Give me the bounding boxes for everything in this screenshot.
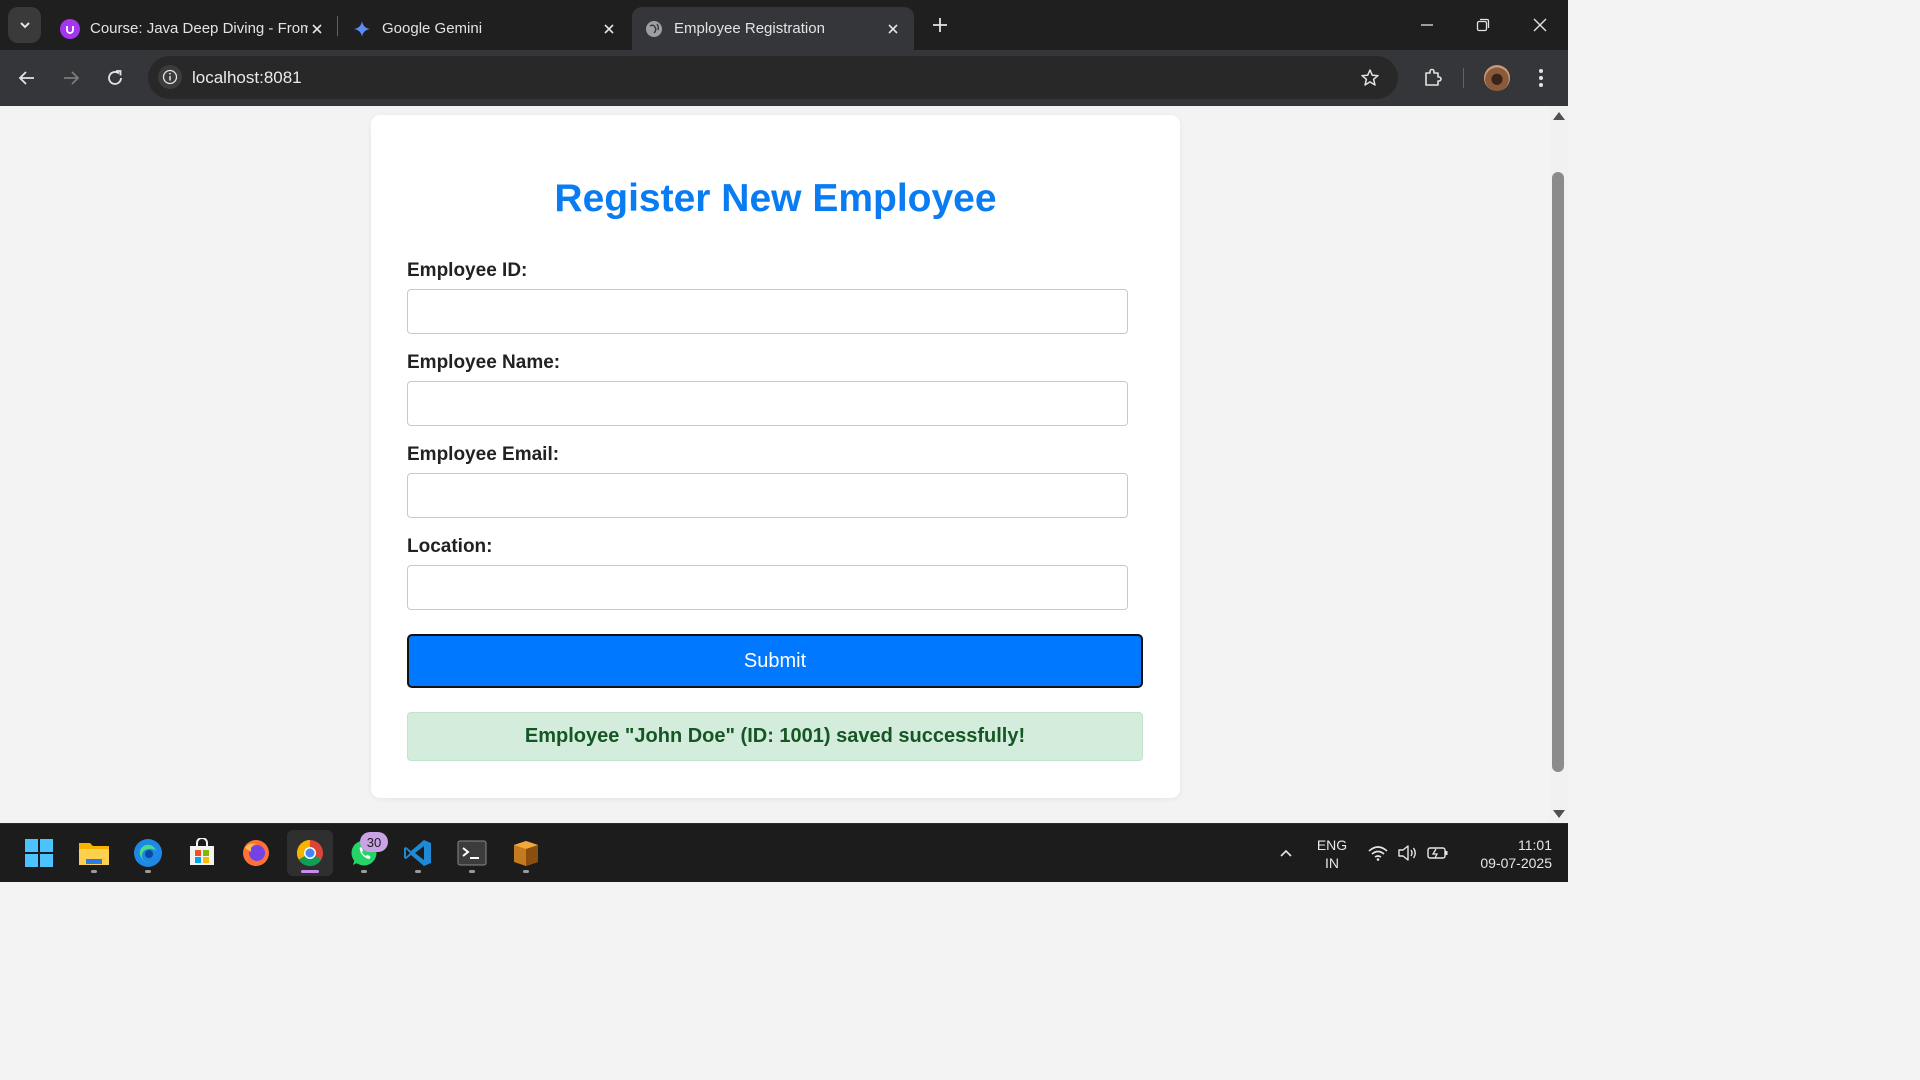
tab-title: Google Gemini <box>382 20 483 37</box>
forward-button[interactable] <box>56 63 86 93</box>
tab-google-gemini[interactable]: Google Gemini <box>340 7 630 50</box>
more-menu-icon[interactable] <box>1527 64 1555 92</box>
employee-name-input[interactable] <box>407 381 1128 426</box>
scrollbar-thumb[interactable] <box>1552 172 1564 772</box>
employee-email-label: Employee Email: <box>407 444 560 465</box>
globe-icon <box>644 19 664 39</box>
scroll-down-arrow-icon[interactable] <box>1553 810 1565 818</box>
close-tab-icon[interactable] <box>308 20 326 38</box>
running-indicator <box>361 870 367 873</box>
close-window-button[interactable] <box>1527 12 1553 38</box>
language-indicator[interactable]: ENG IN <box>1312 836 1352 872</box>
vscode-icon <box>404 840 431 866</box>
employee-email-input[interactable] <box>407 473 1128 518</box>
volume-icon[interactable] <box>1397 842 1419 864</box>
clock-time: 11:01 <box>1518 837 1552 853</box>
registration-card: Register New Employee Employee ID: Emplo… <box>371 115 1180 798</box>
tab-separator <box>337 16 338 36</box>
close-icon <box>1533 18 1547 32</box>
minimize-icon <box>1421 24 1433 26</box>
reload-button[interactable] <box>100 63 130 93</box>
toolbar-divider <box>1463 68 1464 88</box>
battery-charging-icon[interactable] <box>1427 842 1449 864</box>
tab-title: Course: Java Deep Diving - From <box>90 20 308 37</box>
running-indicator <box>145 870 151 873</box>
reload-icon <box>108 70 122 85</box>
running-indicator <box>469 870 475 873</box>
firefox-icon <box>243 840 269 866</box>
plus-icon <box>933 18 947 32</box>
show-hidden-icons-chevron-up-icon[interactable] <box>1275 842 1297 864</box>
tab-employee-registration[interactable]: Employee Registration <box>632 7 914 50</box>
running-indicator <box>523 870 529 873</box>
running-indicator <box>91 870 97 873</box>
notification-badge: 30 <box>360 832 388 852</box>
location-input[interactable] <box>407 565 1128 610</box>
udemy-icon <box>60 18 80 39</box>
chevron-down-icon <box>19 22 30 29</box>
windows-taskbar: 30 ENG IN 11:01 09-07-2025 <box>0 823 1568 882</box>
region-code: IN <box>1325 855 1339 871</box>
firefox-button[interactable] <box>233 830 279 876</box>
browser-toolbar: localhost:8081 <box>0 50 1568 106</box>
page-title: Register New Employee <box>554 177 997 220</box>
close-tab-icon[interactable] <box>884 20 902 38</box>
location-label: Location: <box>407 536 493 557</box>
new-tab-button[interactable] <box>928 13 952 37</box>
file-explorer-button[interactable] <box>71 830 117 876</box>
terminal-icon <box>457 840 487 866</box>
microsoft-store-button[interactable] <box>179 830 225 876</box>
arrow-right-icon <box>64 71 80 85</box>
language-code: ENG <box>1316 837 1348 853</box>
address-bar[interactable]: localhost:8081 <box>148 56 1398 99</box>
submit-button[interactable]: Submit <box>407 634 1143 688</box>
clock[interactable]: 11:01 09-07-2025 <box>1460 836 1552 872</box>
arrow-left-icon <box>18 71 34 85</box>
windows-start-button[interactable] <box>16 830 62 876</box>
restore-icon <box>1476 18 1490 32</box>
restore-button[interactable] <box>1470 12 1496 38</box>
bookmark-star-icon[interactable] <box>1358 66 1382 90</box>
running-indicator <box>301 870 319 873</box>
close-tab-icon[interactable] <box>600 20 618 38</box>
back-button[interactable] <box>12 63 42 93</box>
folder-icon <box>79 843 109 865</box>
employee-id-label: Employee ID: <box>407 260 528 281</box>
winrar-button[interactable] <box>503 830 549 876</box>
employee-id-input[interactable] <box>407 289 1128 334</box>
edge-browser-icon <box>134 839 162 867</box>
clock-date: 09-07-2025 <box>1480 855 1552 871</box>
chrome-button[interactable] <box>287 830 333 876</box>
scroll-up-arrow-icon[interactable] <box>1553 112 1565 120</box>
store-icon <box>190 838 214 865</box>
terminal-button[interactable] <box>449 830 495 876</box>
site-info-icon[interactable] <box>158 65 182 89</box>
wifi-icon[interactable] <box>1367 842 1389 864</box>
chrome-icon <box>296 839 323 867</box>
windows-logo-icon <box>25 839 53 867</box>
url-text: localhost:8081 <box>192 68 302 87</box>
archive-box-icon <box>514 841 538 866</box>
running-indicator <box>415 870 421 873</box>
tab-search-button[interactable] <box>8 7 41 43</box>
tab-title: Employee Registration <box>674 20 825 37</box>
page-scrollbar[interactable] <box>1549 106 1568 823</box>
gemini-icon <box>352 19 372 39</box>
edge-button[interactable] <box>125 830 171 876</box>
extensions-puzzle-icon[interactable] <box>1418 64 1446 92</box>
success-message: Employee "John Doe" (ID: 1001) saved suc… <box>407 712 1143 761</box>
vscode-button[interactable] <box>395 830 441 876</box>
profile-avatar[interactable] <box>1484 65 1510 91</box>
page-viewport: Register New Employee Employee ID: Emplo… <box>0 106 1549 823</box>
tab-java-course[interactable]: Course: Java Deep Diving - From <box>48 7 338 50</box>
employee-name-label: Employee Name: <box>407 352 561 373</box>
minimize-button[interactable] <box>1414 12 1440 38</box>
browser-tab-strip: Course: Java Deep Diving - From Google G… <box>0 0 1568 50</box>
